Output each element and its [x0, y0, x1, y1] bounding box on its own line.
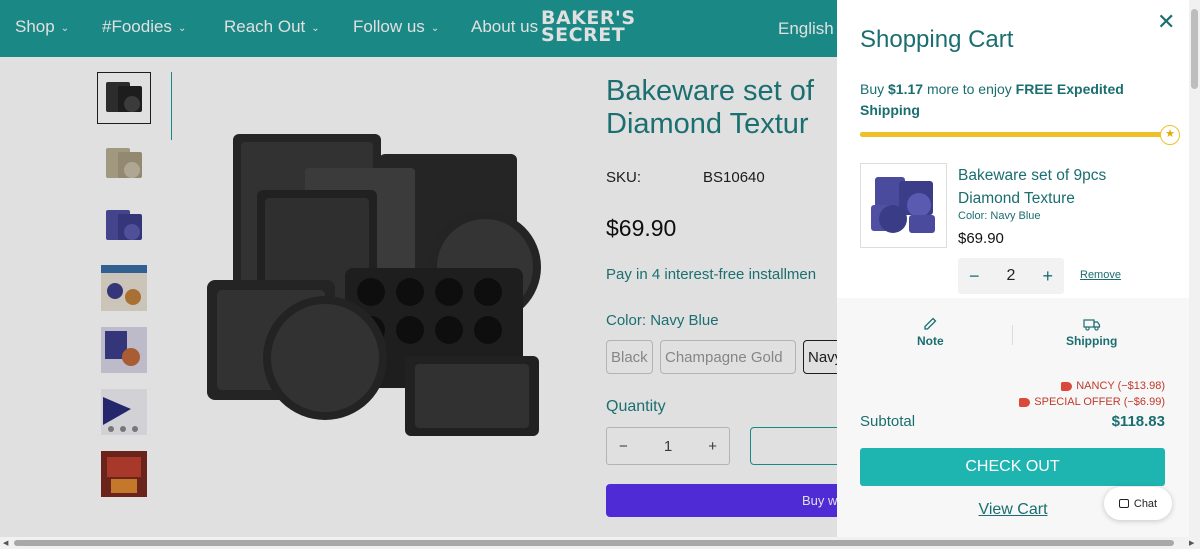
cart-qty-plus-button[interactable]: + — [1042, 266, 1053, 287]
truck-icon — [1083, 319, 1100, 331]
shipping-button[interactable]: Shipping — [1066, 316, 1117, 348]
free-shipping-message: Buy $1.17 more to enjoy FREE Expedited S… — [860, 81, 1124, 118]
cart-item-image[interactable] — [860, 163, 947, 248]
tag-icon — [1019, 397, 1031, 407]
cart-qty-value[interactable]: 2 — [1007, 267, 1016, 285]
horizontal-scrollbar[interactable]: ◀ ▶ — [0, 537, 1200, 549]
remove-item-link[interactable]: Remove — [1080, 269, 1121, 281]
cart-drawer: Shopping Cart ✕ Buy $1.17 more to enjoy … — [837, 0, 1189, 537]
star-icon: ★ — [1160, 125, 1180, 145]
vertical-scrollbar-thumb[interactable] — [1191, 9, 1198, 89]
vertical-scrollbar[interactable] — [1189, 0, 1200, 537]
chat-bubble-icon — [1118, 499, 1129, 508]
close-icon[interactable]: ✕ — [1157, 9, 1175, 35]
horizontal-scrollbar-thumb[interactable] — [14, 540, 1174, 546]
bakeware-navy-icon — [870, 176, 935, 233]
tag-icon — [1061, 381, 1073, 391]
cart-quantity-stepper: − 2 + — [958, 258, 1064, 294]
page-overlay[interactable] — [0, 0, 837, 537]
discount-special-offer: SPECIAL OFFER (−$6.99) — [1019, 396, 1165, 408]
cart-item-price: $69.90 — [958, 230, 1004, 247]
shipping-progress-fill — [860, 132, 1159, 137]
checkout-button[interactable]: CHECK OUT — [860, 448, 1165, 486]
cart-item-variant: Color: Navy Blue — [958, 210, 1041, 222]
subtotal-label: Subtotal — [860, 413, 916, 430]
shipping-progress-bar — [860, 132, 1165, 137]
cart-item-name[interactable]: Bakeware set of 9pcs Diamond Texture — [958, 164, 1158, 210]
chat-button[interactable]: Chat — [1104, 487, 1172, 520]
scroll-right-arrow-icon[interactable]: ▶ — [1189, 539, 1194, 547]
pencil-icon — [924, 317, 937, 330]
note-button[interactable]: Note — [917, 316, 944, 348]
divider — [1012, 325, 1013, 345]
cart-qty-minus-button[interactable]: − — [969, 266, 980, 287]
discount-nancy: NANCY (−$13.98) — [1061, 380, 1165, 392]
subtotal-value: $118.83 — [1111, 413, 1165, 430]
cart-title: Shopping Cart — [860, 26, 1014, 53]
scroll-left-arrow-icon[interactable]: ◀ — [3, 539, 8, 547]
